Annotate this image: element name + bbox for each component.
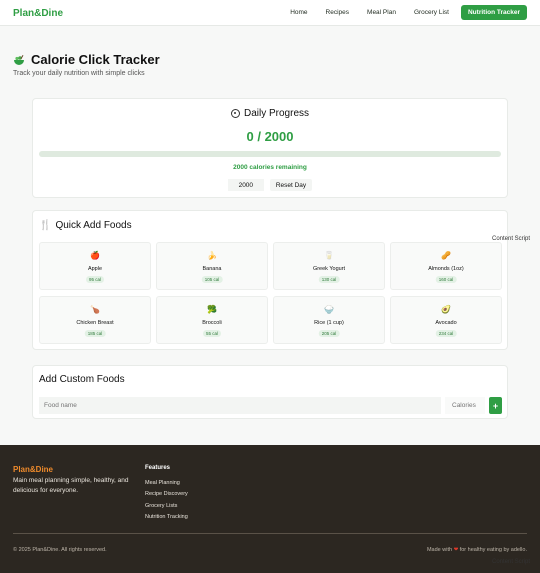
page-subtitle: Track your daily nutrition with simple c… [13, 70, 145, 77]
reset-day-button[interactable]: Reset Day [269, 179, 313, 191]
made-with-suffix: for healthy eating by adello. [459, 547, 527, 553]
nav-links: Home Recipes Meal Plan Grocery List Nutr… [284, 5, 527, 20]
food-calories: 105 cal [201, 276, 223, 283]
footer-divider [13, 533, 527, 534]
apple-icon: 🍎 [90, 251, 100, 260]
food-name-input[interactable] [39, 397, 441, 414]
food-name: Broccoli [202, 320, 222, 326]
footer-features-title: Features [145, 465, 171, 471]
food-item-banana[interactable]: 🍌 Banana 105 cal [156, 242, 268, 290]
goal-input[interactable] [227, 179, 264, 191]
nav-link-home[interactable]: Home [284, 5, 313, 20]
footer-tagline: Main meal planning simple, healthy, and … [13, 477, 129, 494]
quick-add-header: 🍴 Quick Add Foods [39, 220, 132, 231]
footer-link-grocery-lists[interactable]: Grocery Lists [145, 503, 188, 514]
add-food-button[interactable]: + [489, 397, 502, 414]
food-name: Apple [87, 266, 103, 272]
heart-icon: ❤ [453, 547, 459, 553]
footer-link-recipe-discovery[interactable]: Recipe Discovery [145, 491, 188, 502]
food-item-rice[interactable]: 🍚 Rice (1 cup) 205 cal [273, 296, 385, 344]
food-item-chicken-breast[interactable]: 🍗 Chicken Breast 185 cal [39, 296, 151, 344]
nav-link-grocery-list[interactable]: Grocery List [408, 5, 455, 20]
food-item-broccoli[interactable]: 🥦 Broccoli 55 cal [156, 296, 268, 344]
page-title-text: Calorie Click Tracker [31, 52, 160, 67]
almonds-icon: 🥜 [441, 251, 451, 260]
footer-features-list: Meal Planning Recipe Discovery Grocery L… [145, 480, 188, 525]
food-grid: 🍎 Apple 95 cal 🍌 Banana 105 cal 🥛 Greek … [39, 242, 503, 344]
food-item-greek-yogurt[interactable]: 🥛 Greek Yogurt 130 cal [273, 242, 385, 290]
nav-link-recipes[interactable]: Recipes [320, 5, 355, 20]
fork-knife-icon: 🍴 [39, 220, 52, 231]
footer-made-with: Made with ❤ for healthy eating by adello… [427, 547, 527, 553]
chicken-icon: 🍗 [90, 305, 100, 314]
footer-link-meal-planning[interactable]: Meal Planning [145, 480, 188, 491]
food-calories: 130 cal [318, 276, 340, 283]
custom-food-card: Add Custom Foods + [32, 365, 508, 419]
food-calories: 185 cal [84, 330, 106, 337]
food-calories: 95 cal [85, 276, 105, 283]
calories-input[interactable] [445, 397, 485, 414]
food-calories: 234 cal [435, 330, 457, 337]
rice-icon: 🍚 [324, 305, 334, 314]
food-calories: 55 cal [202, 330, 222, 337]
broccoli-icon: 🥦 [207, 305, 217, 314]
food-name: Avocado [435, 320, 457, 326]
daily-progress-title: Daily Progress [243, 108, 310, 119]
food-item-almonds[interactable]: 🥜 Almonds (1oz) 160 cal [390, 242, 502, 290]
target-icon [230, 109, 240, 118]
progress-bar [39, 151, 501, 157]
quick-add-title: Quick Add Foods [55, 220, 132, 231]
food-name: Banana [202, 266, 222, 272]
avocado-icon: 🥑 [441, 305, 451, 314]
nav-link-meal-plan[interactable]: Meal Plan [361, 5, 402, 20]
page-title: Calorie Click Tracker [13, 52, 160, 67]
progress-controls: Reset Day [33, 179, 507, 191]
food-name: Chicken Breast [76, 320, 114, 326]
custom-food-row: + [39, 397, 502, 414]
content-script-label: Content Script [492, 236, 531, 242]
calorie-count: 0 / 2000 [246, 129, 294, 144]
salad-bowl-icon [14, 54, 24, 65]
brand-logo[interactable]: Plan&Dine [13, 8, 63, 19]
custom-food-title: Add Custom Foods [39, 374, 125, 385]
food-item-apple[interactable]: 🍎 Apple 95 cal [39, 242, 151, 290]
daily-progress-card: Daily Progress 0 / 2000 2000 calories re… [32, 98, 508, 198]
food-calories: 160 cal [435, 276, 457, 283]
footer-copyright: © 2025 Plan&Dine. All rights reserved. [13, 547, 107, 553]
footer-link-nutrition-tracking[interactable]: Nutrition Tracking [145, 514, 188, 525]
made-with-prefix: Made with [426, 547, 453, 553]
top-nav: Plan&Dine Home Recipes Meal Plan Grocery… [0, 0, 540, 26]
food-name: Almonds (1oz) [428, 266, 464, 272]
food-name: Rice (1 cup) [314, 320, 344, 326]
quick-add-card: 🍴 Quick Add Foods 🍎 Apple 95 cal 🍌 Banan… [32, 210, 508, 350]
food-item-avocado[interactable]: 🥑 Avocado 234 cal [390, 296, 502, 344]
food-calories: 205 cal [318, 330, 340, 337]
food-name: Greek Yogurt [312, 266, 346, 272]
daily-progress-header: Daily Progress [33, 108, 507, 119]
footer: Plan&Dine Main meal planning simple, hea… [0, 445, 540, 573]
nav-link-nutrition-tracker[interactable]: Nutrition Tracker [460, 5, 527, 20]
banana-icon: 🍌 [207, 251, 217, 260]
calories-remaining: 2000 calories remaining [233, 164, 307, 171]
yogurt-icon: 🥛 [324, 251, 334, 260]
footer-brand: Plan&Dine [13, 465, 54, 474]
content-script-label-bottom: Content Script [492, 559, 531, 565]
